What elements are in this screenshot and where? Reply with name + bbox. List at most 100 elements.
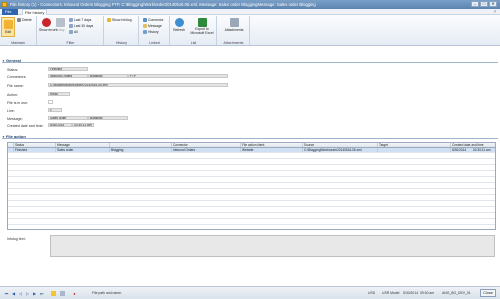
first-record-icon[interactable]: ⏮ bbox=[4, 291, 9, 296]
linked-group-label: Linked bbox=[149, 41, 160, 45]
cell-source: C:\Blogging\Work\order20140516.05.xml bbox=[302, 148, 377, 152]
funnel-icon bbox=[69, 30, 73, 34]
table-row[interactable] bbox=[8, 184, 495, 189]
export-excel-button[interactable]: Export to Microsoft Excel bbox=[188, 18, 216, 35]
list-group-label: List bbox=[190, 41, 197, 45]
previous-record-icon[interactable]: ◀ bbox=[11, 291, 16, 296]
table-row[interactable] bbox=[8, 208, 495, 213]
cell-created-time: 02:30:11 am bbox=[473, 148, 491, 152]
maximize-button[interactable]: □ bbox=[480, 1, 488, 7]
company-text: ANG_BG_DEV_01 bbox=[442, 291, 471, 295]
status-field[interactable]: Finished bbox=[48, 67, 88, 71]
attachments-group: Attachments Attachments bbox=[218, 16, 250, 45]
attachments-group-label: Attachments bbox=[223, 41, 244, 45]
minimize-button[interactable]: – bbox=[471, 1, 479, 7]
created-label: Created date and time: bbox=[7, 124, 44, 128]
filter-icon bbox=[55, 18, 65, 27]
error-indicator-icon: ● bbox=[73, 291, 76, 296]
table-row[interactable] bbox=[8, 196, 495, 201]
next-record-icon[interactable]: ▶ bbox=[32, 291, 37, 296]
column-header-message-2[interactable] bbox=[109, 143, 171, 147]
file-in-use-checkbox[interactable] bbox=[48, 100, 53, 104]
last-record-icon[interactable]: ⏭ bbox=[39, 291, 44, 296]
model-text: USR Model bbox=[382, 291, 400, 295]
file-action-section-header[interactable]: ▼File action bbox=[2, 134, 498, 139]
today-button[interactable]: Today bbox=[54, 18, 66, 32]
column-header-connector[interactable]: Connector bbox=[171, 143, 240, 147]
last-30-days-button[interactable]: Last 30 days bbox=[69, 24, 93, 28]
column-header-file-action-ident[interactable]: File action ident bbox=[240, 143, 302, 147]
line-field[interactable]: 1 bbox=[48, 108, 62, 112]
column-header-target[interactable]: Target bbox=[377, 143, 450, 147]
connector-button[interactable]: Connector bbox=[143, 18, 164, 22]
ribbon: Edit Delete Maintain Show errors Today L… bbox=[0, 15, 500, 46]
refresh-icon bbox=[174, 18, 184, 27]
line-label: Line: bbox=[7, 109, 15, 113]
file-name-field[interactable]: C:\Blogging\Work\order20140516.05.xml bbox=[48, 83, 228, 87]
history-group-label: History bbox=[115, 41, 128, 45]
cell-status: Finished bbox=[13, 148, 55, 152]
table-row[interactable] bbox=[8, 202, 495, 207]
refresh-button[interactable]: Refresh bbox=[172, 18, 186, 32]
created-time-field[interactable]: 02:30:11 am bbox=[72, 123, 94, 127]
table-row[interactable]: Finished Sales order Blogging Inbound Or… bbox=[8, 148, 495, 153]
message-icon bbox=[143, 24, 147, 28]
history-icon bbox=[143, 30, 147, 34]
funnel-icon bbox=[69, 18, 73, 22]
table-row[interactable] bbox=[8, 190, 495, 195]
currency-text: USD bbox=[368, 291, 376, 295]
linked-history-button[interactable]: History bbox=[143, 30, 159, 34]
cell-file-action-ident: Website bbox=[240, 148, 302, 152]
message-field[interactable]: Blogging bbox=[88, 116, 128, 120]
window-title: File history (1) - Connectors: Inbound O… bbox=[10, 2, 316, 7]
paperclip-icon bbox=[229, 18, 239, 27]
cell-target bbox=[377, 148, 450, 152]
column-header-source[interactable]: Source bbox=[302, 143, 377, 147]
delete-icon bbox=[17, 18, 21, 22]
column-header-status[interactable]: Status bbox=[13, 143, 55, 147]
table-row[interactable] bbox=[8, 214, 495, 219]
connector-field[interactable]: Inbound Orders bbox=[48, 74, 88, 78]
connectors-label: Connectors: bbox=[7, 75, 27, 79]
column-header-message[interactable]: Message bbox=[55, 143, 109, 147]
filter-group: Show errors Today Last 7 days Last 30 da… bbox=[38, 16, 104, 45]
table-row[interactable] bbox=[8, 178, 495, 183]
close-button[interactable]: Close bbox=[480, 289, 496, 297]
action-field[interactable]: Read bbox=[48, 92, 70, 96]
status-bar: ⏮ ◀ ◁ ▷ ▶ ⏭ ● File path and name. USD US… bbox=[0, 286, 500, 299]
error-icon bbox=[41, 18, 51, 27]
date-text: 5/30/2014 bbox=[403, 291, 419, 295]
table-row[interactable] bbox=[8, 220, 495, 225]
funnel-icon bbox=[69, 24, 73, 28]
next-icon[interactable]: ▷ bbox=[25, 291, 30, 296]
cell-connector: Inbound Orders bbox=[171, 148, 240, 152]
message-button[interactable]: Message bbox=[143, 24, 162, 28]
document-icon[interactable] bbox=[60, 291, 65, 296]
delete-button[interactable]: Delete bbox=[17, 18, 32, 22]
edit-mode-icon[interactable] bbox=[51, 291, 56, 296]
edit-button[interactable]: Edit bbox=[1, 17, 15, 37]
pencil-icon bbox=[3, 20, 13, 29]
table-row[interactable] bbox=[8, 172, 495, 177]
column-header-created[interactable]: Created date and time bbox=[450, 143, 495, 147]
created-date-field[interactable]: 5/30/2014 bbox=[48, 123, 72, 127]
connector-field[interactable]: FTP bbox=[128, 74, 228, 78]
message-field[interactable]: Sales order bbox=[48, 116, 88, 120]
maintain-group-label: Maintain bbox=[11, 41, 25, 45]
connector-field[interactable]: Blogging bbox=[88, 74, 128, 78]
previous-icon[interactable]: ◁ bbox=[18, 291, 23, 296]
general-section-header[interactable]: ▼General bbox=[2, 58, 498, 63]
table-row[interactable] bbox=[8, 166, 495, 171]
show-errors-button[interactable]: Show errors bbox=[39, 18, 57, 32]
last-7-days-button[interactable]: Last 7 days bbox=[69, 18, 91, 22]
table-row[interactable] bbox=[8, 160, 495, 165]
close-window-button[interactable]: ✕ bbox=[489, 1, 497, 7]
infolog-icon bbox=[107, 18, 111, 22]
infolog-text-field[interactable] bbox=[50, 235, 495, 257]
file-in-use-label: File is in use: bbox=[7, 101, 28, 105]
show-infolog-button[interactable]: Show Infolog bbox=[107, 18, 132, 22]
table-row[interactable] bbox=[8, 154, 495, 159]
attachments-button[interactable]: Attachments bbox=[220, 18, 248, 32]
all-button[interactable]: All bbox=[69, 30, 78, 34]
status-label: Status: bbox=[7, 68, 19, 72]
